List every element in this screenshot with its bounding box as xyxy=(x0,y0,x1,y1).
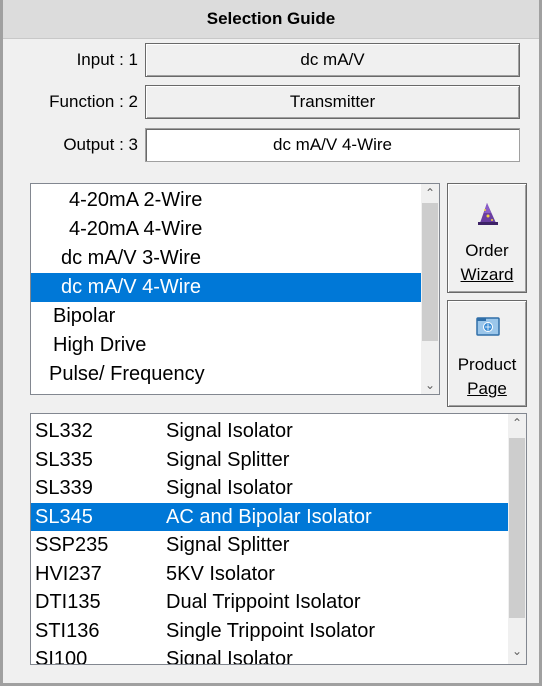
order-wizard-label-2: Wizard xyxy=(460,265,514,284)
scroll-thumb[interactable] xyxy=(422,203,438,341)
product-description: 5KV Isolator xyxy=(166,562,275,585)
scroll-thumb[interactable] xyxy=(509,438,525,618)
product-row[interactable]: STI136 Single Trippoint Isolator xyxy=(31,617,508,646)
input-label: Input : 1 xyxy=(76,50,138,69)
wizard-hat-icon xyxy=(475,201,501,227)
output-type-item[interactable]: High Drive xyxy=(31,331,421,360)
order-wizard-button[interactable]: Order Wizard xyxy=(447,183,527,293)
product-description: AC and Bipolar Isolator xyxy=(166,505,372,528)
output-row: Output : 3 dc mA/V 4-Wire xyxy=(0,126,542,164)
output-type-item[interactable]: dc mA/V 4-Wire xyxy=(31,273,421,302)
product-row[interactable]: SL335 Signal Splitter xyxy=(31,446,508,475)
product-row[interactable]: SSP235 Signal Splitter xyxy=(31,531,508,560)
output-type-list[interactable]: 4-20mA 2-Wire 4-20mA 4-Wire dc mA/V 3-Wire… xyxy=(30,183,440,395)
product-row[interactable]: SI100 Signal Isolator xyxy=(31,645,508,665)
product-code: DTI135 xyxy=(35,591,101,613)
product-code: SL332 xyxy=(35,420,93,442)
product-description: Single Trippoint Isolator xyxy=(166,619,376,642)
input-row: Input : 1 dc mA/V xyxy=(0,41,542,79)
output-label: Output : 3 xyxy=(63,135,138,154)
function-row: Function : 2 Transmitter xyxy=(0,83,542,121)
product-page-button[interactable]: Product Page xyxy=(447,300,527,407)
product-row[interactable]: SL339 Signal Isolator xyxy=(31,474,508,503)
scroll-down-arrow-icon[interactable]: ⌄ xyxy=(421,376,439,394)
scroll-up-arrow-icon[interactable]: ⌃ xyxy=(508,414,526,432)
product-code: SL345 xyxy=(35,505,93,528)
product-page-icon xyxy=(475,313,501,339)
input-selector-button[interactable]: dc mA/V xyxy=(145,43,520,77)
product-description: Signal Isolator xyxy=(166,420,293,442)
scroll-up-arrow-icon[interactable]: ⌃ xyxy=(421,184,439,202)
output-selector-button[interactable]: dc mA/V 4-Wire xyxy=(145,128,520,162)
product-code: SSP235 xyxy=(35,534,109,556)
scroll-down-arrow-icon[interactable]: ⌄ xyxy=(508,642,526,660)
product-row[interactable]: DTI135 Dual Trippoint Isolator xyxy=(31,588,508,617)
window-title: Selection Guide xyxy=(3,0,539,39)
output-list-scrollbar[interactable]: ⌃ ⌄ xyxy=(421,184,439,394)
product-page-label-1: Product xyxy=(457,355,517,374)
product-page-label-2: Page xyxy=(467,379,507,398)
product-code: STI136 xyxy=(35,619,100,642)
product-row[interactable]: HVI237 5KV Isolator xyxy=(31,560,508,589)
output-type-item[interactable]: 4-20mA 2-Wire xyxy=(31,186,421,215)
order-wizard-label-1: Order xyxy=(465,241,509,260)
product-code: SL335 xyxy=(35,448,93,471)
product-code: SI100 xyxy=(35,648,88,665)
product-code: SL339 xyxy=(35,477,93,499)
product-description: Signal Isolator xyxy=(166,477,293,499)
product-list-scrollbar[interactable]: ⌃ ⌄ xyxy=(508,414,526,664)
product-row[interactable]: SL332 Signal Isolator xyxy=(31,417,508,446)
output-type-item[interactable]: dc mA/V 3-Wire xyxy=(31,244,421,273)
output-type-item[interactable]: Pulse/ Frequency xyxy=(31,360,421,389)
product-row[interactable]: SL345 AC and Bipolar Isolator xyxy=(31,502,508,531)
product-list[interactable]: SL332 Signal Isolator SL335 Signal Splitter… xyxy=(30,413,527,665)
product-description: Dual Trippoint Isolator xyxy=(166,591,361,613)
product-description: Signal Splitter xyxy=(166,448,290,471)
product-description: Signal Splitter xyxy=(166,534,290,556)
output-type-item[interactable]: 4-20mA 4-Wire xyxy=(31,215,421,244)
product-code: HVI237 xyxy=(35,562,102,585)
product-description: Signal Isolator xyxy=(166,648,293,665)
function-label: Function : 2 xyxy=(49,92,138,111)
output-type-item[interactable]: Bipolar xyxy=(31,302,421,331)
function-selector-button[interactable]: Transmitter xyxy=(145,85,520,119)
